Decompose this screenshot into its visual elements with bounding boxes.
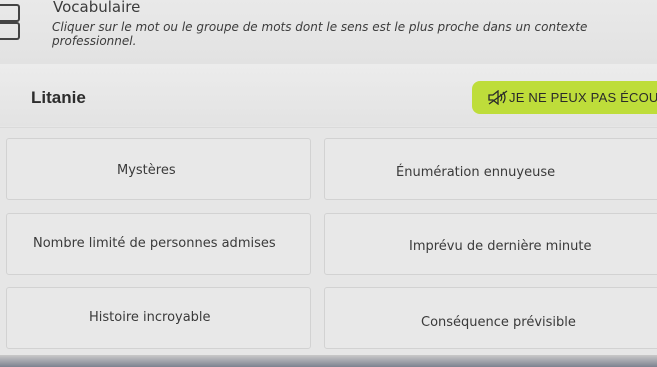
divider (0, 127, 657, 128)
choice-label: Conséquence prévisible (421, 315, 576, 330)
speaker-muted-icon (488, 90, 508, 105)
instruction-text: Cliquer sur le mot ou le groupe de mots … (52, 20, 588, 48)
choice-mysteres[interactable]: Mystères (6, 138, 311, 200)
cannot-listen-label: JE NE PEUX PAS ÉCOUTER (509, 90, 657, 105)
choice-label: Histoire incroyable (89, 310, 211, 325)
vocabulary-cards-icon (0, 2, 22, 40)
choice-consequence-previsible[interactable]: Conséquence prévisible (324, 287, 657, 349)
section-title: Vocabulaire (53, 0, 141, 16)
choice-label: Énumération ennuyeuse (396, 165, 556, 180)
target-word: Litanie (31, 88, 86, 107)
choice-label: Mystères (117, 163, 176, 178)
choice-histoire-incroyable[interactable]: Histoire incroyable (6, 287, 311, 349)
bottom-bar (0, 355, 657, 367)
header: Vocabulaire Cliquer sur le mot ou le gro… (0, 0, 657, 64)
choice-enumeration-ennuyeuse[interactable]: Énumération ennuyeuse (324, 138, 657, 200)
choice-label: Imprévu de dernière minute (409, 239, 592, 254)
choice-imprevu[interactable]: Imprévu de dernière minute (324, 213, 657, 275)
choice-nombre-limite[interactable]: Nombre limité de personnes admises (6, 213, 311, 275)
choice-label: Nombre limité de personnes admises (33, 236, 276, 251)
question-bar: Litanie JE NE PEUX PAS ÉCOUTER (0, 64, 657, 126)
cannot-listen-button[interactable]: JE NE PEUX PAS ÉCOUTER (472, 81, 657, 114)
